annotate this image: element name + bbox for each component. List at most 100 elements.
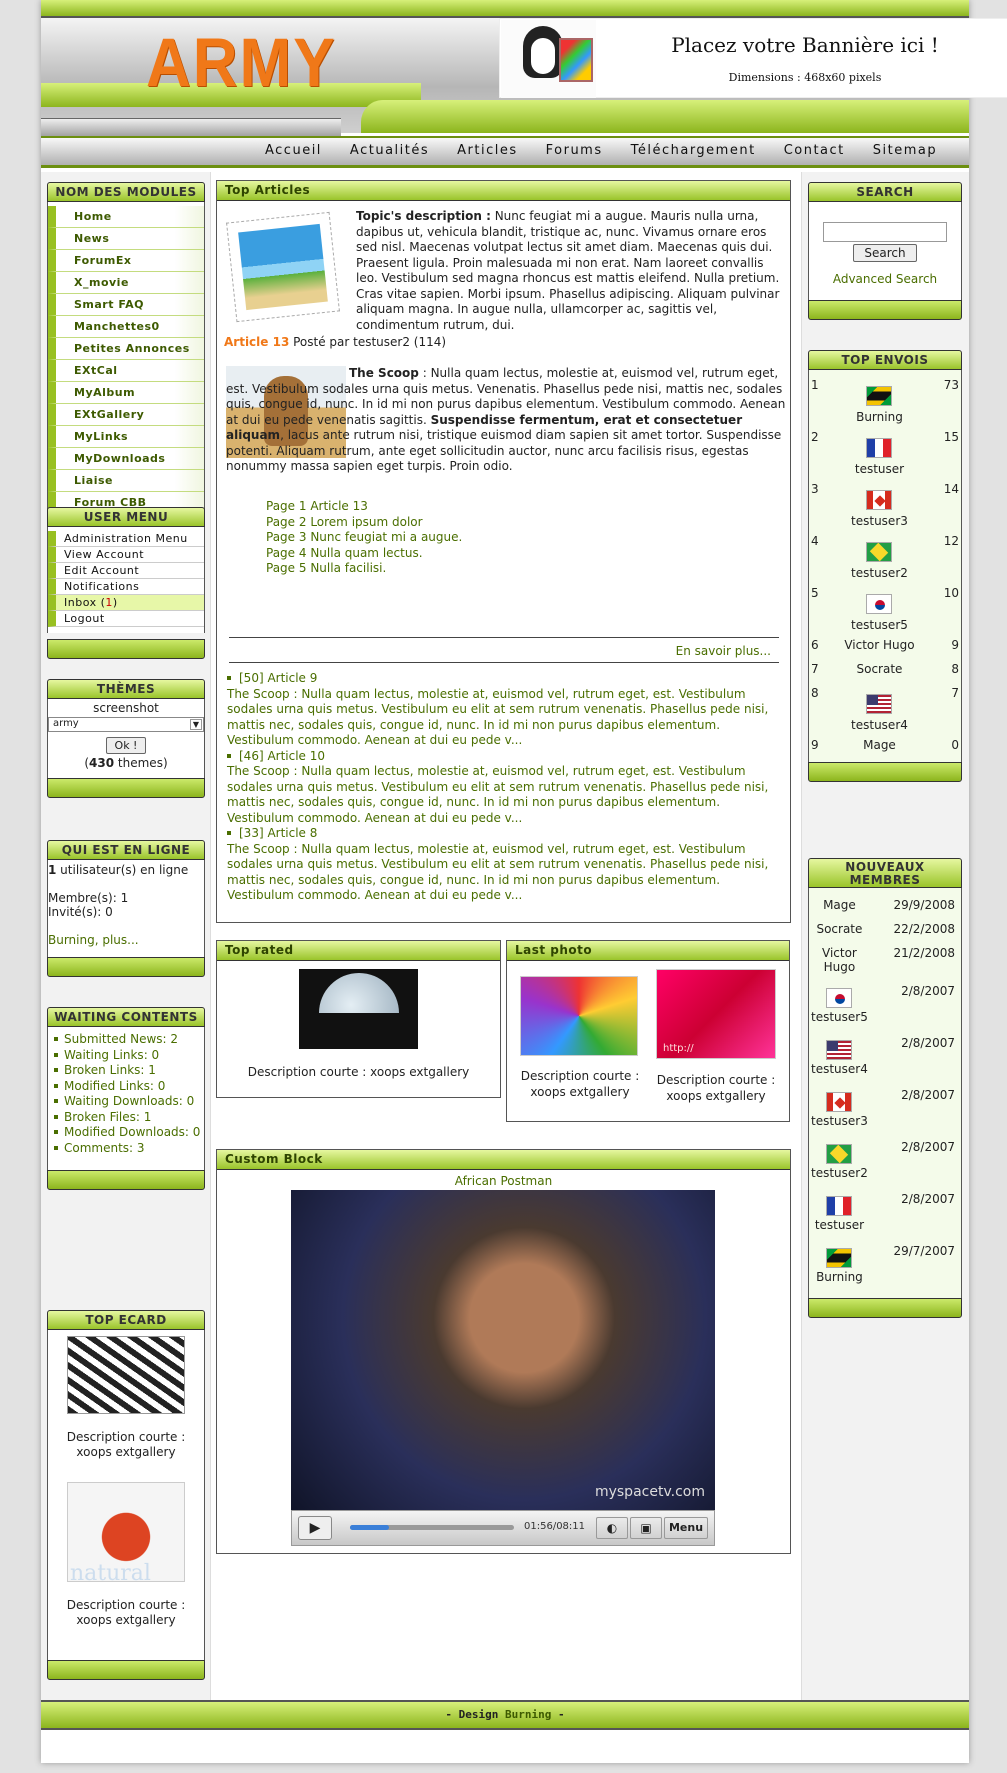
- new-member-row: testuser2 2/8/2007: [809, 1136, 961, 1188]
- modules-list: Home News ForumEx X_movie Smart FAQ Manchette…: [47, 202, 205, 518]
- user-menu-block: USER MENU Administration Menu View Accou…: [47, 507, 205, 659]
- member-cell[interactable]: testuser4: [809, 1032, 870, 1084]
- block-footer: [47, 639, 205, 659]
- module-item[interactable]: Smart FAQ: [48, 294, 204, 316]
- module-item[interactable]: EXtGallery: [48, 404, 204, 426]
- advanced-search-link[interactable]: Advanced Search: [809, 272, 961, 288]
- divider: [229, 662, 779, 663]
- nav-telechargement[interactable]: Téléchargement: [617, 143, 770, 158]
- user-cell[interactable]: Socrate: [826, 658, 933, 682]
- member-name: Burning: [816, 1270, 863, 1284]
- volume-icon[interactable]: ◐: [596, 1517, 628, 1539]
- video-menu-button[interactable]: Menu: [664, 1517, 708, 1539]
- user-menu-logout[interactable]: Logout: [48, 611, 204, 627]
- module-item[interactable]: MyLinks: [48, 426, 204, 448]
- user-cell[interactable]: testuser2: [826, 530, 933, 582]
- nav-articles[interactable]: Articles: [443, 143, 531, 158]
- search-input[interactable]: [823, 222, 947, 242]
- site-logo[interactable]: ARMY: [146, 24, 337, 102]
- waiting-item-label: Comments: 3: [64, 1140, 145, 1155]
- article-page-link[interactable]: Page 5 Nulla facilisi.: [266, 561, 462, 577]
- user-cell[interactable]: Burning: [826, 374, 933, 426]
- footer-author[interactable]: Burning: [505, 1708, 551, 1721]
- waiting-item[interactable]: Submitted News: 2: [54, 1032, 204, 1048]
- waiting-item[interactable]: Modified Downloads: 0: [54, 1125, 204, 1141]
- user-cell[interactable]: testuser3: [826, 478, 933, 530]
- video-player[interactable]: myspacetv.com: [291, 1190, 715, 1510]
- rank: 8: [811, 686, 819, 700]
- moon-image[interactable]: [299, 969, 418, 1049]
- waiting-item[interactable]: Broken Links: 1: [54, 1063, 204, 1079]
- waiting-item[interactable]: Modified Links: 0: [54, 1079, 204, 1095]
- user-menu-edit-account[interactable]: Edit Account: [48, 563, 204, 579]
- themes-block: THÈMES screenshot army ▼ Ok ! (430 themes…: [47, 679, 205, 798]
- read-more-link[interactable]: En savoir plus...: [229, 644, 771, 660]
- module-item[interactable]: Petites Annonces: [48, 338, 204, 360]
- module-item[interactable]: MyDownloads: [48, 448, 204, 470]
- article-page-link[interactable]: Page 2 Lorem ipsum dolor: [266, 515, 462, 531]
- bullet-icon: [54, 1099, 58, 1103]
- nav-sitemap[interactable]: Sitemap: [859, 143, 951, 158]
- user-menu-notifications[interactable]: Notifications: [48, 579, 204, 595]
- member-cell[interactable]: Burning: [809, 1240, 870, 1292]
- module-item[interactable]: MyAlbum: [48, 382, 204, 404]
- member-cell[interactable]: testuser5: [809, 980, 870, 1032]
- member-date: 2/8/2007: [901, 1088, 955, 1102]
- waiting-item[interactable]: Broken Files: 1: [54, 1110, 204, 1126]
- nav-forums[interactable]: Forums: [532, 143, 617, 158]
- nav-accueil[interactable]: Accueil: [251, 143, 336, 158]
- module-item[interactable]: News: [48, 228, 204, 250]
- online-text: utilisateur(s) en ligne: [56, 863, 189, 877]
- article-page-link[interactable]: Page 4 Nulla quam lectus.: [266, 546, 462, 562]
- search-button[interactable]: Search: [853, 244, 917, 262]
- pink-image[interactable]: http://: [656, 969, 776, 1059]
- umbrella-image[interactable]: [520, 976, 638, 1056]
- nav-contact[interactable]: Contact: [770, 143, 859, 158]
- ecard-natural-text: natural: [70, 1561, 151, 1586]
- module-item[interactable]: Manchettes0: [48, 316, 204, 338]
- user-cell[interactable]: Victor Hugo: [826, 634, 933, 658]
- banner-ad[interactable]: Placez votre Bannière ici ! Dimensions :…: [499, 18, 1007, 98]
- article-page-link[interactable]: Page 3 Nunc feugiat mi a augue.: [266, 530, 462, 546]
- member-cell[interactable]: testuser: [809, 1188, 870, 1240]
- user-menu-view-account[interactable]: View Account: [48, 547, 204, 563]
- article-title-link[interactable]: Article 13: [224, 335, 289, 349]
- ecard-image-2[interactable]: natural: [67, 1482, 185, 1586]
- theme-ok-button[interactable]: Ok !: [105, 737, 147, 754]
- user-cell[interactable]: testuser4: [826, 682, 933, 734]
- member-cell[interactable]: Mage: [809, 894, 870, 918]
- user-menu-admin[interactable]: Administration Menu: [48, 531, 204, 547]
- user-cell[interactable]: testuser: [826, 426, 933, 478]
- article-list-item[interactable]: [50] Article 9: [227, 671, 787, 687]
- user-cell[interactable]: testuser5: [826, 582, 933, 634]
- banner-subtitle: Dimensions : 468x60 pixels: [728, 71, 882, 84]
- module-item[interactable]: Home: [48, 206, 204, 228]
- article-list-item[interactable]: [33] Article 8: [227, 826, 787, 842]
- waiting-item[interactable]: Comments: 3: [54, 1141, 204, 1157]
- user-cell[interactable]: Mage: [826, 734, 933, 758]
- ecard-image-1[interactable]: [67, 1336, 185, 1414]
- online-names[interactable]: Burning, plus...: [48, 933, 204, 947]
- user-menu-inbox[interactable]: Inbox (1): [48, 595, 204, 611]
- waiting-item[interactable]: Waiting Downloads: 0: [54, 1094, 204, 1110]
- nav-actualites[interactable]: Actualités: [336, 143, 443, 158]
- theme-select[interactable]: army ▼: [48, 717, 204, 732]
- waiting-item[interactable]: Waiting Links: 0: [54, 1048, 204, 1064]
- article-page-link[interactable]: Page 1 Article 13: [266, 499, 462, 515]
- member-cell[interactable]: testuser2: [809, 1136, 870, 1188]
- module-item[interactable]: EXtCal: [48, 360, 204, 382]
- fullscreen-icon[interactable]: ▣: [630, 1517, 662, 1539]
- module-item[interactable]: X_movie: [48, 272, 204, 294]
- user-name: Victor Hugo: [844, 638, 915, 652]
- module-item[interactable]: Liaise: [48, 470, 204, 492]
- chevron-down-icon[interactable]: ▼: [190, 719, 202, 730]
- member-cell[interactable]: Socrate: [809, 918, 870, 942]
- member-cell[interactable]: Victor Hugo: [809, 942, 870, 980]
- member-cell[interactable]: testuser3: [809, 1084, 870, 1136]
- play-icon[interactable]: ▶: [298, 1516, 332, 1540]
- article-list-item[interactable]: [46] Article 10: [227, 749, 787, 765]
- waiting-list: Submitted News: 2 Waiting Links: 0 Broken …: [47, 1027, 205, 1170]
- module-item[interactable]: ForumEx: [48, 250, 204, 272]
- video-seek-bar[interactable]: [350, 1525, 514, 1530]
- themes-screenshot-label: screenshot: [93, 701, 159, 715]
